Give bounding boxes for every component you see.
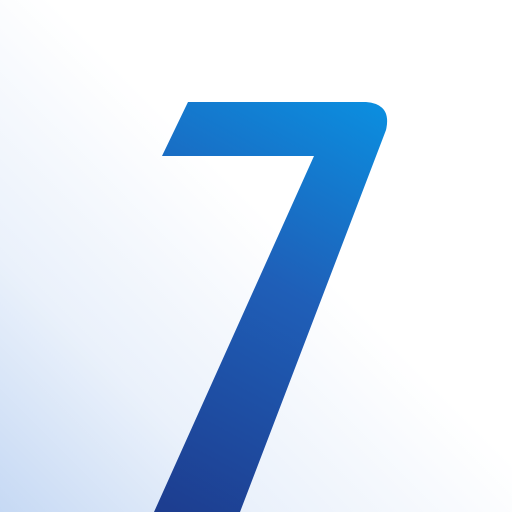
- seven-numeral-logo-icon: [154, 102, 388, 512]
- seven-glyph-shape: [154, 102, 388, 512]
